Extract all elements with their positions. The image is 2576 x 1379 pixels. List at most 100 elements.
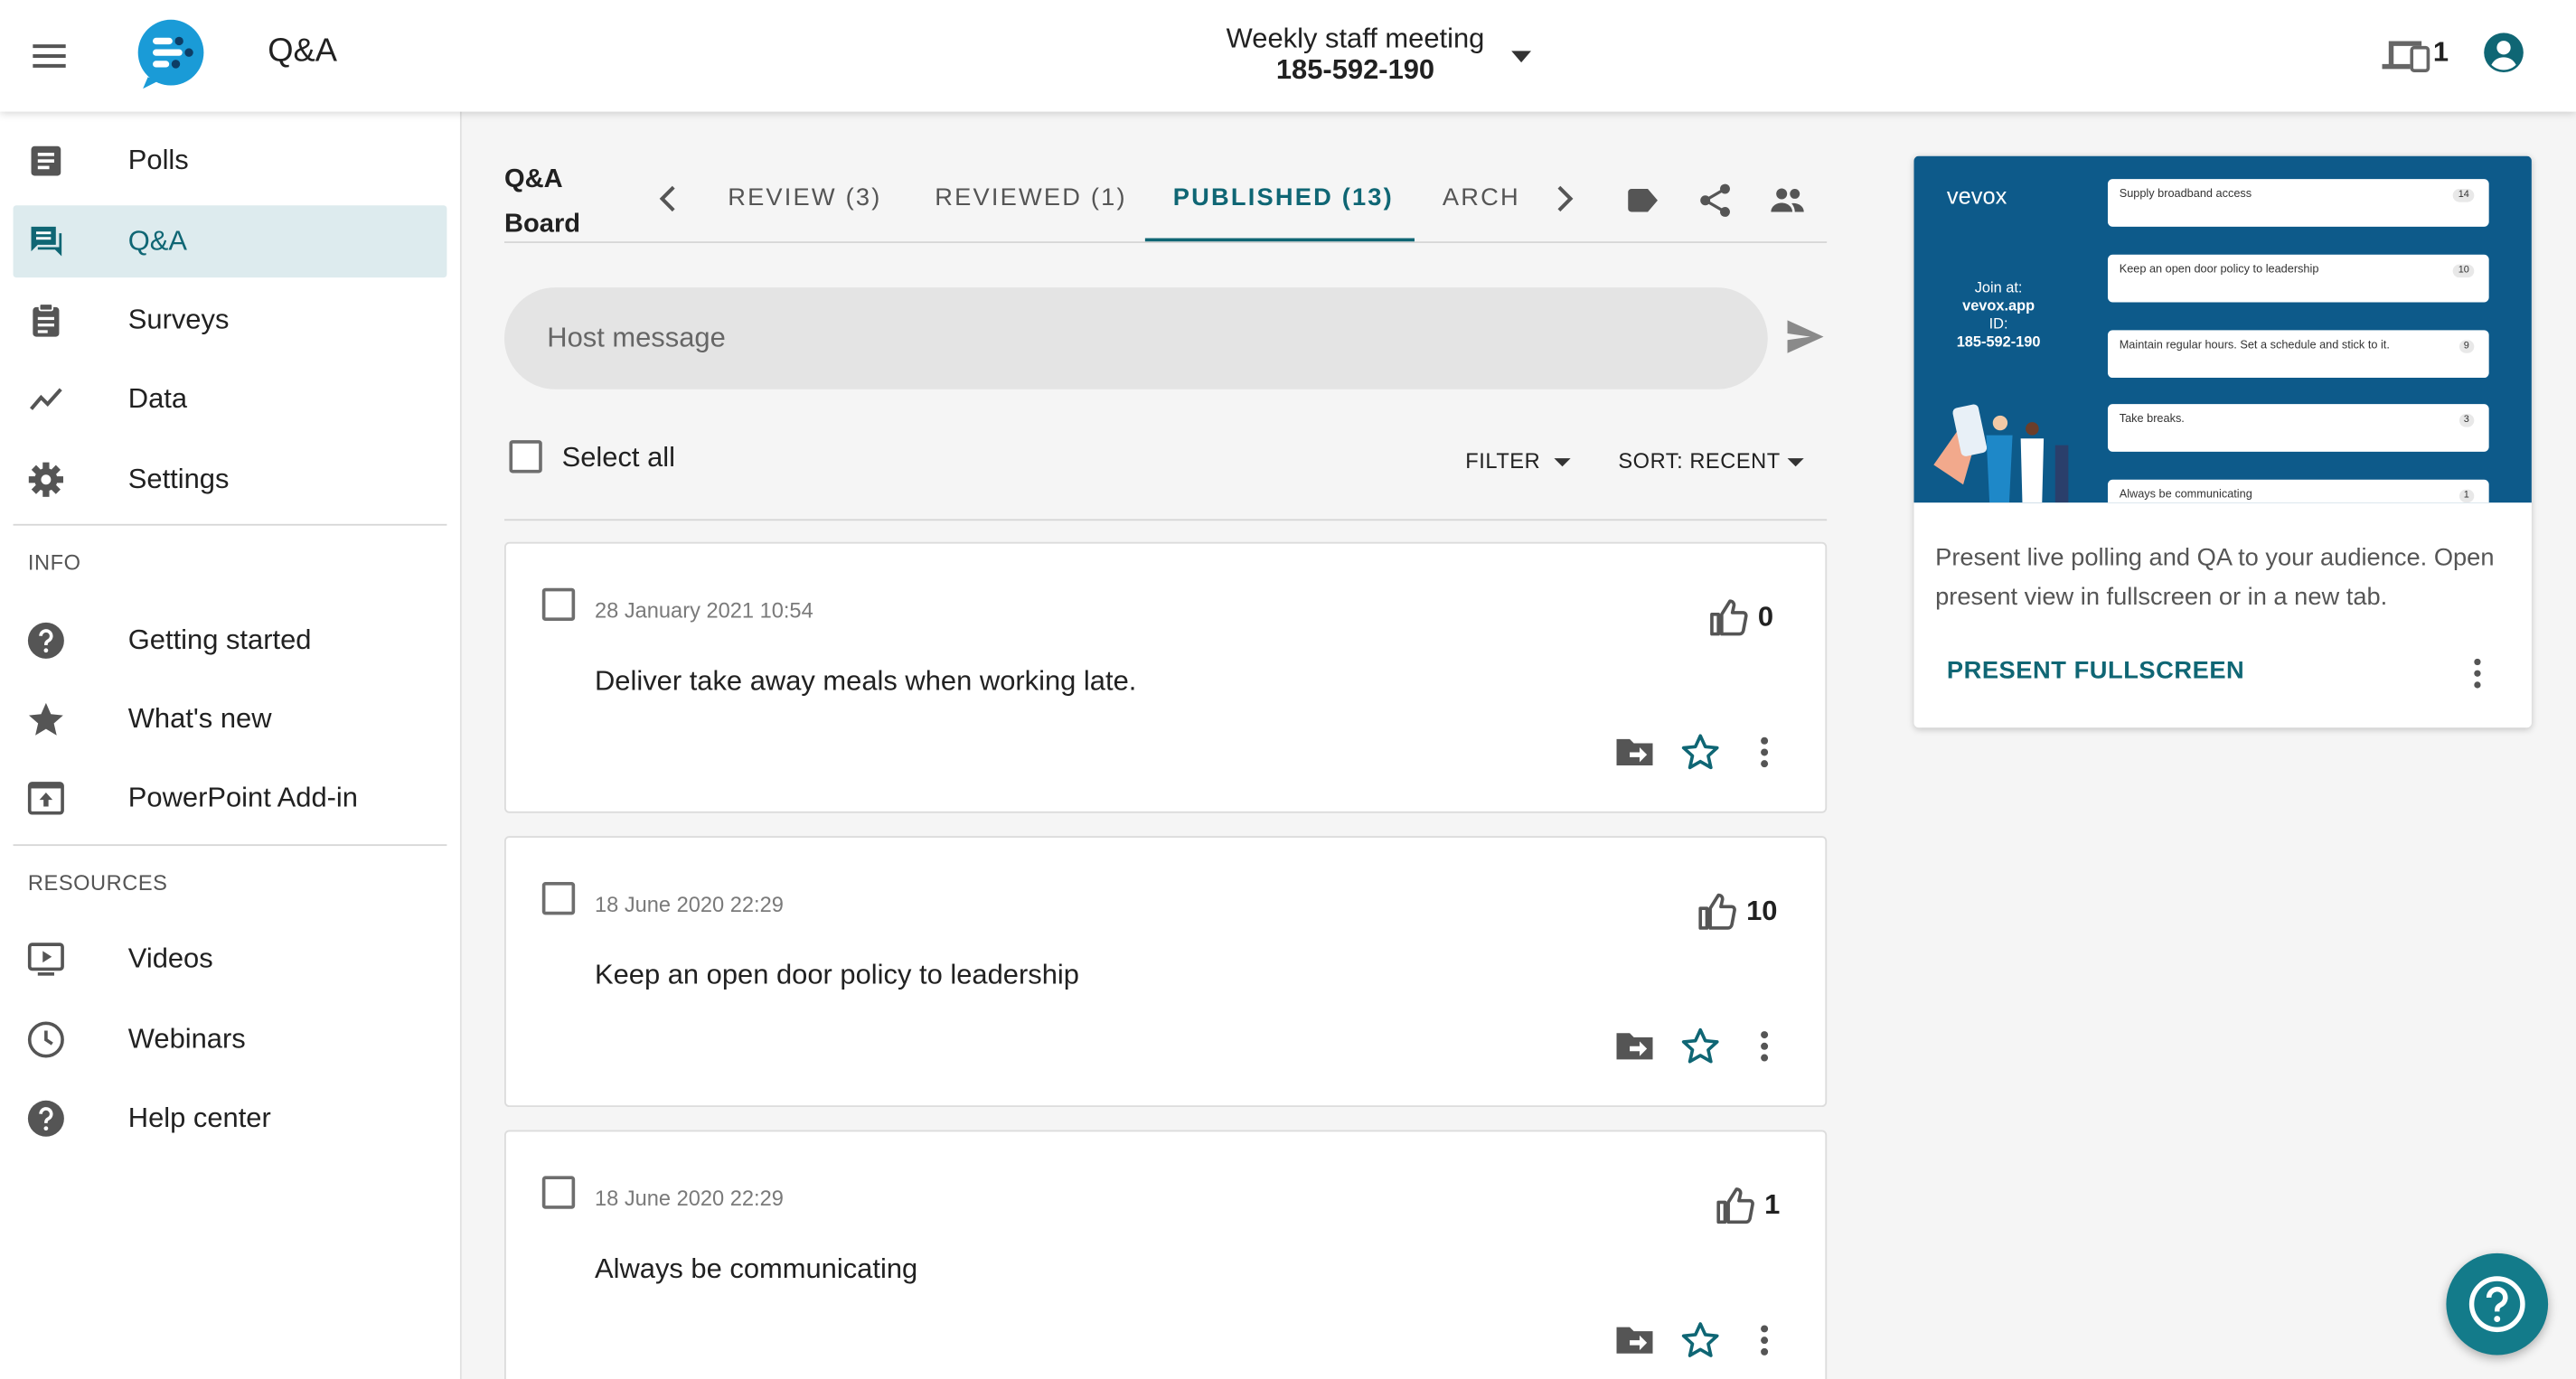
filter-dropdown[interactable]: FILTER <box>1465 448 1540 473</box>
device-count: 1 <box>2432 35 2449 68</box>
preview-bubble: Take breaks. 3 <box>2107 404 2489 452</box>
more-vert-icon[interactable] <box>2458 653 2497 693</box>
send-icon[interactable] <box>1784 315 1827 358</box>
present-description: Present live polling and QA to your audi… <box>1935 543 2495 612</box>
question-checkbox[interactable] <box>541 882 576 915</box>
tab-reviewed[interactable]: REVIEWED (1) <box>935 184 1127 212</box>
polls-icon <box>26 141 66 181</box>
sidebar-item-webinars[interactable]: Webinars <box>14 1004 447 1076</box>
host-message-input[interactable] <box>504 287 1768 389</box>
sidebar-item-label: Surveys <box>127 304 230 335</box>
preview-id-label: ID: <box>1988 314 2008 333</box>
qa-icon <box>26 221 66 261</box>
present-fullscreen-button[interactable]: PRESENT FULLSCREEN <box>1947 657 2244 685</box>
question-text: Deliver take away meals when working lat… <box>594 665 1137 697</box>
present-card: vevox Join at: vevox.app ID: 185-592-190… <box>1913 155 2532 728</box>
chevron-down-icon[interactable] <box>1547 446 1577 476</box>
like-count: 10 <box>1746 895 1778 927</box>
sidebar-item-surveys[interactable]: Surveys <box>14 284 447 356</box>
upload-icon <box>26 779 66 819</box>
preview-logo: vevox <box>1946 182 2007 209</box>
tab-published[interactable]: PUBLISHED (13) <box>1173 184 1394 212</box>
sidebar-item-getting-started[interactable]: Getting started <box>14 605 447 677</box>
star-outline-icon[interactable] <box>1679 1025 1722 1067</box>
move-to-folder-icon[interactable] <box>1613 1025 1656 1067</box>
preview-id: 185-592-190 <box>1956 333 2041 351</box>
preview-bubble-votes: 1 <box>2458 489 2475 503</box>
sidebar-item-powerpoint-addin[interactable]: PowerPoint Add-in <box>14 762 447 834</box>
sidebar-item-label: Videos <box>127 943 213 974</box>
chevron-down-icon[interactable] <box>1505 40 1537 72</box>
tag-icon[interactable] <box>1623 181 1663 220</box>
more-vert-icon[interactable] <box>1743 731 1785 774</box>
sidebar-item-label: PowerPoint Add-in <box>127 782 359 813</box>
tab-review[interactable]: REVIEW (3) <box>728 184 881 212</box>
question-card: 18 June 2020 22:29 Always be communicati… <box>504 1130 1828 1379</box>
sidebar-divider <box>13 523 447 526</box>
help-icon <box>26 621 66 661</box>
preview-bubble-text: Supply broadband access <box>2119 189 2252 201</box>
help-fab-button[interactable] <box>2446 1252 2549 1356</box>
sidebar-item-label: Polls <box>127 144 189 176</box>
sidebar-item-label: What's new <box>127 702 272 735</box>
like-count: 1 <box>1764 1188 1781 1221</box>
sidebar-item-label: Q&A <box>127 225 188 257</box>
thumbs-up-icon[interactable] <box>1696 890 1738 933</box>
chevron-right-icon[interactable] <box>1546 181 1582 217</box>
preview-bubble-votes: 3 <box>2458 414 2475 427</box>
question-checkbox[interactable] <box>541 587 576 622</box>
question-card: 28 January 2021 10:54 Deliver take away … <box>504 541 1828 813</box>
preview-bubble: Maintain regular hours. Set a schedule a… <box>2107 330 2489 379</box>
preview-bubble-text: Keep an open door policy to leadership <box>2119 264 2319 277</box>
sidebar-item-qa[interactable]: Q&A <box>13 205 447 278</box>
sidebar-item-label: Getting started <box>127 624 312 656</box>
board-title: Q&A Board <box>504 165 581 239</box>
preview-bubble: Always be communicating 1 <box>2107 479 2489 503</box>
preview-bubble-votes: 10 <box>2453 264 2475 278</box>
like-count: 0 <box>1757 601 1774 633</box>
star-icon <box>26 699 66 739</box>
sidebar-item-help-center[interactable]: Help center <box>14 1083 447 1155</box>
preview-bubble-text: Maintain regular hours. Set a schedule a… <box>2119 340 2390 352</box>
chevron-left-icon[interactable] <box>651 181 687 217</box>
preview-join-url: vevox.app <box>1962 296 2035 314</box>
thumbs-up-icon[interactable] <box>1706 596 1749 639</box>
sidebar-item-data[interactable]: Data <box>14 363 447 436</box>
vevox-logo-icon <box>135 18 209 92</box>
gear-icon <box>26 460 66 500</box>
sidebar-item-videos[interactable]: Videos <box>14 923 447 995</box>
tab-archived[interactable]: ARCH <box>1443 184 1520 212</box>
more-vert-icon[interactable] <box>1743 1319 1785 1362</box>
select-all-label: Select all <box>561 441 676 474</box>
question-date: 18 June 2020 22:29 <box>594 1186 784 1211</box>
move-to-folder-icon[interactable] <box>1613 1319 1656 1362</box>
question-checkbox[interactable] <box>541 1176 576 1209</box>
preview-join-label: Join at: <box>1974 278 2023 296</box>
preview-bubble: Supply broadband access 14 <box>2107 179 2489 227</box>
sidebar-item-settings[interactable]: Settings <box>14 444 447 516</box>
move-to-folder-icon[interactable] <box>1613 731 1656 774</box>
meeting-selector[interactable]: Weekly staff meeting 185-592-190 <box>1150 23 1560 85</box>
sidebar-item-polls[interactable]: Polls <box>14 125 447 197</box>
select-all-checkbox[interactable] <box>509 440 542 474</box>
participants-icon[interactable] <box>1768 181 1808 220</box>
list-divider <box>504 519 1828 521</box>
sort-dropdown[interactable]: SORT: RECENT <box>1618 448 1780 473</box>
present-preview-thumbnail[interactable]: vevox Join at: vevox.app ID: 185-592-190… <box>1913 155 2532 503</box>
more-vert-icon[interactable] <box>1743 1025 1785 1067</box>
tab-strip: REVIEW (3) REVIEWED (1) PUBLISHED (13) A… <box>698 164 1528 230</box>
chevron-down-icon[interactable] <box>1781 446 1810 476</box>
star-outline-icon[interactable] <box>1679 731 1722 774</box>
preview-bubble-text: Take breaks. <box>2119 414 2185 426</box>
star-outline-icon[interactable] <box>1679 1319 1722 1362</box>
account-icon[interactable] <box>2481 30 2527 76</box>
help-icon <box>26 1099 66 1139</box>
devices-icon[interactable] <box>2379 33 2435 79</box>
question-card: 18 June 2020 22:29 Keep an open door pol… <box>504 836 1828 1108</box>
share-icon[interactable] <box>1696 181 1735 220</box>
sidebar-item-whats-new[interactable]: What's new <box>14 683 447 755</box>
thumbs-up-icon[interactable] <box>1714 1184 1756 1226</box>
hamburger-menu-icon[interactable] <box>23 30 75 82</box>
sidebar: Polls Q&A Surveys Data Settings INFO Get… <box>0 111 462 1379</box>
meeting-id: 185-592-190 <box>1275 53 1435 86</box>
